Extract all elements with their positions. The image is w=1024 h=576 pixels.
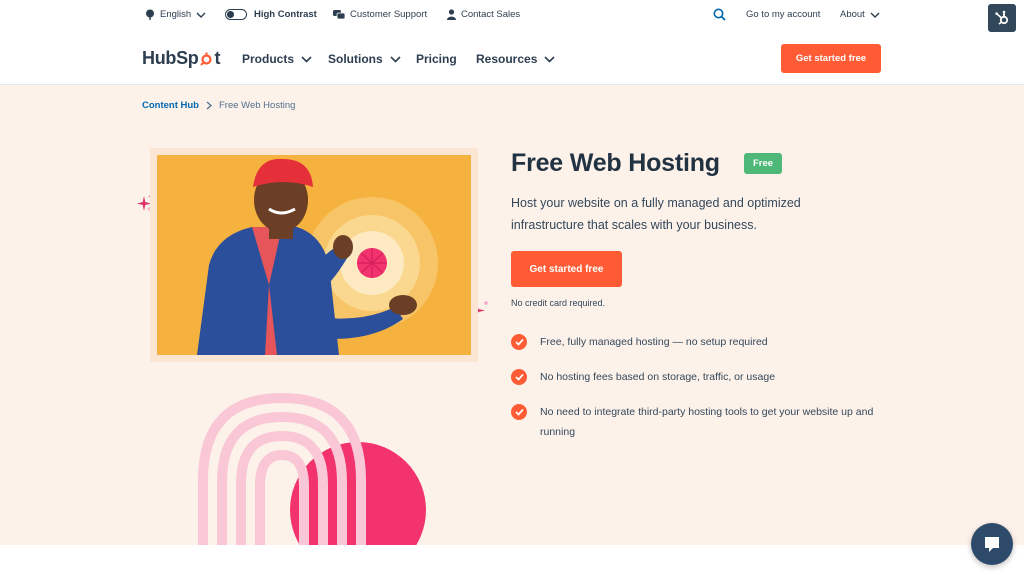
nav-pricing-label: Pricing [416,52,457,66]
next-section [0,545,1024,576]
chevron-down-icon [390,55,401,63]
chevron-down-icon [301,55,312,63]
search-button[interactable] [713,8,726,21]
account-link[interactable]: Go to my account [746,9,820,20]
contact-sales-label: Contact Sales [461,9,521,20]
customer-support-label: Customer Support [350,9,428,20]
chevron-down-icon [870,12,880,18]
logo-text-suffix: t [214,48,221,68]
high-contrast-toggle[interactable]: High Contrast [225,9,317,20]
checkmark-icon [511,334,527,350]
chat-widget-button[interactable] [971,523,1013,565]
breadcrumb-current: Free Web Hosting [219,100,296,111]
chat-bubbles-icon [333,9,345,19]
customer-support-link[interactable]: Customer Support [333,9,427,20]
hero-description: Host your website on a fully managed and… [511,196,801,232]
feature-item: Free, fully managed hosting — no setup r… [511,333,890,352]
logo-sprocket-icon [200,52,212,66]
high-contrast-label: High Contrast [254,9,317,20]
nav-pricing[interactable]: Pricing [416,52,457,66]
hero-image [157,155,471,355]
hero-illustration [157,155,471,355]
about-menu[interactable]: About [840,9,880,20]
chevron-right-icon [206,101,212,110]
feature-item: No hosting fees based on storage, traffi… [511,368,890,387]
hero-section: Content Hub Free Web Hosting Free Web Ho… [0,85,1024,545]
contact-sales-link[interactable]: Contact Sales [447,9,520,20]
nav-resources-label: Resources [476,52,538,66]
chevron-down-icon [544,55,555,63]
hubspot-logo[interactable]: HubSp t [142,48,220,69]
feature-text: No need to integrate third-party hosting… [540,406,874,438]
utility-bar: English High Contrast Customer Support C… [0,0,1024,32]
hubspot-sprocket-icon[interactable] [988,4,1016,32]
get-started-free-button[interactable]: Get started free [511,251,622,287]
page-title: Free Web Hosting [511,149,720,177]
no-credit-card-note: No credit card required. [511,298,606,308]
account-label: Go to my account [746,9,821,20]
checkmark-icon [511,369,527,385]
language-label: English [160,9,192,20]
nav-products-label: Products [242,52,295,66]
nav-solutions-label: Solutions [328,52,383,66]
nav-products[interactable]: Products [242,52,312,66]
checkmark-icon [511,404,527,420]
feature-text: No hosting fees based on storage, traffi… [540,371,776,383]
feature-text: Free, fully managed hosting — no setup r… [540,336,768,348]
decorative-arches [198,392,426,545]
main-navigation: HubSp t Products Solutions Pricing Resou… [0,32,1024,85]
search-icon [713,8,726,21]
person-icon [447,9,456,20]
chat-bubble-icon [985,537,999,552]
logo-text-prefix: HubSp [142,48,199,68]
toggle-switch-icon[interactable] [225,9,247,20]
language-selector[interactable]: English [145,9,206,20]
nav-resources[interactable]: Resources [476,52,555,66]
breadcrumb: Content Hub Free Web Hosting [142,100,295,111]
about-label: About [840,9,865,20]
free-badge: Free [744,153,783,174]
globe-icon [146,9,154,20]
chevron-down-icon [196,12,206,18]
breadcrumb-content-hub-link[interactable]: Content Hub [142,100,199,111]
nav-solutions[interactable]: Solutions [328,52,401,66]
sprocket-icon [995,10,1009,25]
get-started-free-button-nav[interactable]: Get started free [781,44,881,73]
feature-item: No need to integrate third-party hosting… [511,403,890,442]
